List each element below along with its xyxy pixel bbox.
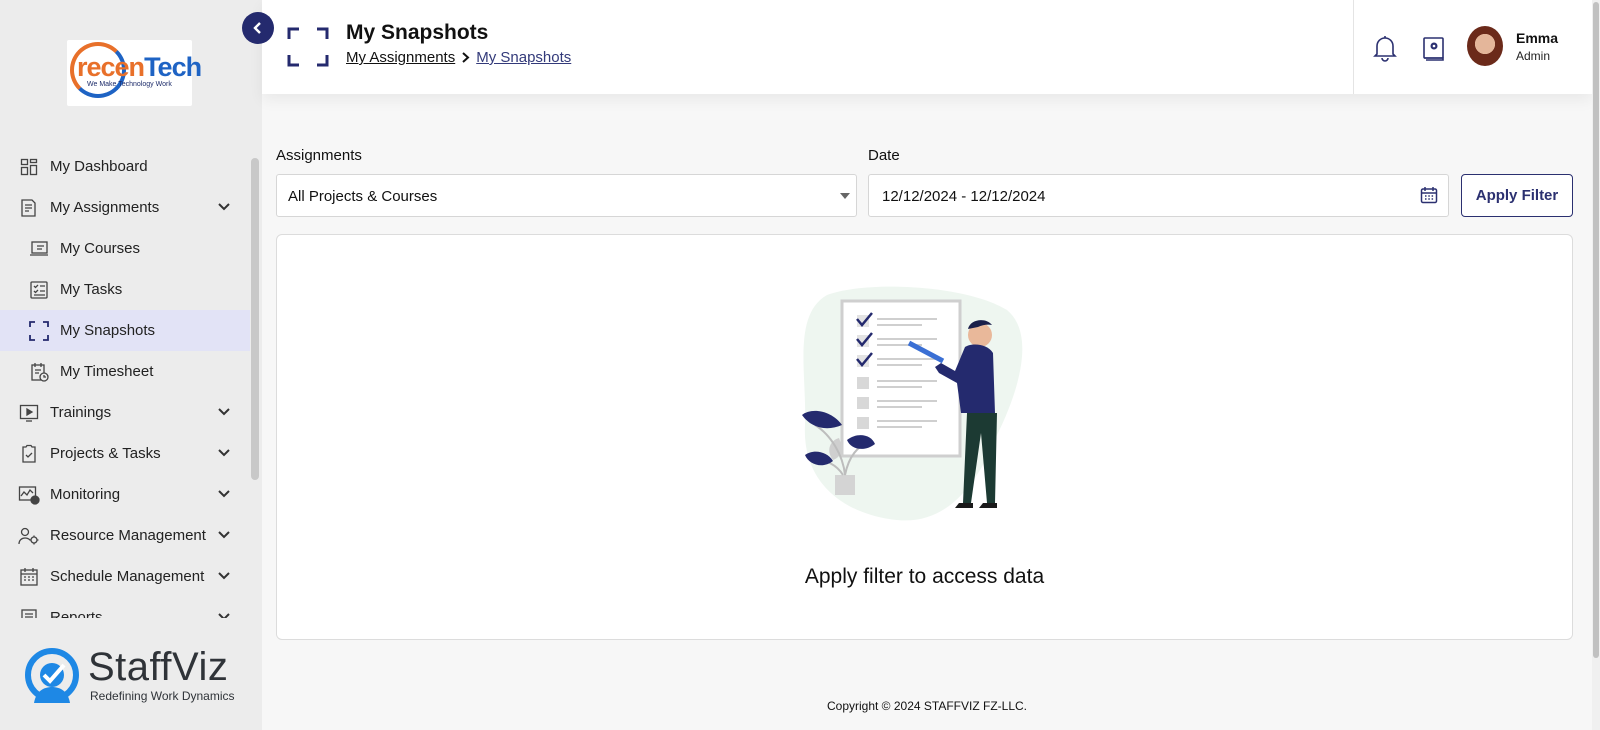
bell-icon[interactable] <box>1372 34 1398 62</box>
sidebar-item-monitoring[interactable]: Monitoring <box>0 474 250 515</box>
breadcrumb-my-snapshots[interactable]: My Snapshots <box>476 49 571 66</box>
company-logo[interactable]: recenTech We Make Technology Work <box>67 40 202 106</box>
sidebar-scrollbar-thumb[interactable] <box>251 158 259 480</box>
assignments-select[interactable]: All Projects & Courses <box>276 174 857 217</box>
snapshots-panel: Apply filter to access data <box>276 234 1573 640</box>
dashboard-icon <box>18 156 40 178</box>
sidebar-item-my-timesheet[interactable]: My Timesheet <box>0 351 250 392</box>
page-scrollbar-thumb[interactable] <box>1593 2 1599 658</box>
tasks-icon <box>28 279 50 301</box>
footer-copyright: Copyright © 2024 STAFFVIZ FZ-LLC. <box>826 699 1027 713</box>
sidebar-item-schedule-management[interactable]: Schedule Management <box>0 556 250 597</box>
logo-text: recenTech <box>77 52 202 82</box>
sidebar-item-my-snapshots[interactable]: My Snapshots <box>0 310 250 351</box>
sidebar-item-label: Projects & Tasks <box>50 445 161 462</box>
sidebar-item-my-dashboard[interactable]: My Dashboard <box>0 146 250 187</box>
chevron-down-icon[interactable] <box>216 527 232 543</box>
sidebar-item-label: Monitoring <box>50 486 121 503</box>
chevron-down-icon[interactable] <box>216 404 232 420</box>
staffviz-mark-icon <box>25 648 79 703</box>
staffviz-tagline: Redefining Work Dynamics <box>90 689 235 703</box>
breadcrumb-my-assignments[interactable]: My Assignments <box>346 49 455 66</box>
sidebar-item-label: Trainings <box>50 404 112 421</box>
assignments-label: Assignments <box>276 147 362 164</box>
date-range-value: 12/12/2024 - 12/12/2024 <box>882 188 1046 205</box>
caret-down-icon <box>840 193 850 199</box>
monitoring-icon <box>18 484 40 506</box>
sidebar-item-my-tasks[interactable]: My Tasks <box>0 269 250 310</box>
assignments-icon <box>18 197 40 219</box>
sidebar-item-trainings[interactable]: Trainings <box>0 392 250 433</box>
chevron-left-icon <box>253 22 261 34</box>
apply-filter-button[interactable]: Apply Filter <box>1461 174 1573 217</box>
logo-tagline: We Make Technology Work <box>87 81 172 88</box>
projects-icon <box>18 443 40 465</box>
page-title: My Snapshots <box>346 21 489 44</box>
user-role: Admin <box>1516 49 1551 63</box>
avatar[interactable] <box>1467 26 1503 66</box>
sidebar-nav: My Dashboard My Assignments My Courses M… <box>0 146 250 618</box>
chevron-down-icon[interactable] <box>216 609 232 618</box>
top-header: My Snapshots My Assignments My Snapshots… <box>262 0 1592 94</box>
calendar-icon[interactable] <box>1420 186 1438 204</box>
user-name: Emma <box>1516 30 1559 46</box>
resource-icon <box>18 525 40 547</box>
sidebar-item-label: Reports <box>50 609 103 618</box>
sidebar-item-projects-tasks[interactable]: Projects & Tasks <box>0 433 250 474</box>
courses-icon <box>28 238 50 260</box>
sidebar-item-label: My Timesheet <box>60 363 154 380</box>
snapshots-icon <box>287 27 329 67</box>
sidebar-item-label: Resource Management <box>50 527 206 544</box>
sidebar-item-reports[interactable]: Reports <box>0 597 250 618</box>
sidebar-item-label: My Courses <box>60 240 141 257</box>
sidebar-item-label: My Snapshots <box>60 322 156 339</box>
sidebar: recenTech We Make Technology Work My Das… <box>0 0 262 730</box>
staffviz-logo: StaffViz Redefining Work Dynamics <box>24 645 254 707</box>
chevron-down-icon[interactable] <box>216 199 232 215</box>
breadcrumb: My Assignments My Snapshots <box>346 49 571 66</box>
assignments-select-value: All Projects & Courses <box>288 188 438 205</box>
guide-book-icon[interactable] <box>1422 36 1446 62</box>
sidebar-item-label: My Tasks <box>60 281 123 298</box>
chevron-down-icon[interactable] <box>216 486 232 502</box>
chevron-right-icon <box>461 50 470 66</box>
sidebar-item-my-assignments[interactable]: My Assignments <box>0 187 250 228</box>
staffviz-brand: StaffViz <box>88 645 229 689</box>
snapshots-icon <box>28 320 50 342</box>
header-divider <box>1353 0 1354 94</box>
sidebar-item-label: My Dashboard <box>50 158 148 175</box>
date-label: Date <box>868 147 900 164</box>
chevron-down-icon[interactable] <box>216 445 232 461</box>
empty-state-illustration <box>802 286 1023 521</box>
timesheet-icon <box>28 361 50 383</box>
schedule-icon <box>18 566 40 588</box>
collapse-sidebar-button[interactable] <box>242 12 274 44</box>
sidebar-item-my-courses[interactable]: My Courses <box>0 228 250 269</box>
chevron-down-icon[interactable] <box>216 568 232 584</box>
reports-icon <box>18 607 40 618</box>
empty-state-message: Apply filter to access data <box>804 565 1045 588</box>
sidebar-item-label: My Assignments <box>50 199 160 216</box>
sidebar-item-resource-management[interactable]: Resource Management <box>0 515 250 556</box>
trainings-icon <box>18 402 40 424</box>
date-range-input[interactable]: 12/12/2024 - 12/12/2024 <box>868 174 1449 217</box>
sidebar-item-label: Schedule Management <box>50 568 205 585</box>
